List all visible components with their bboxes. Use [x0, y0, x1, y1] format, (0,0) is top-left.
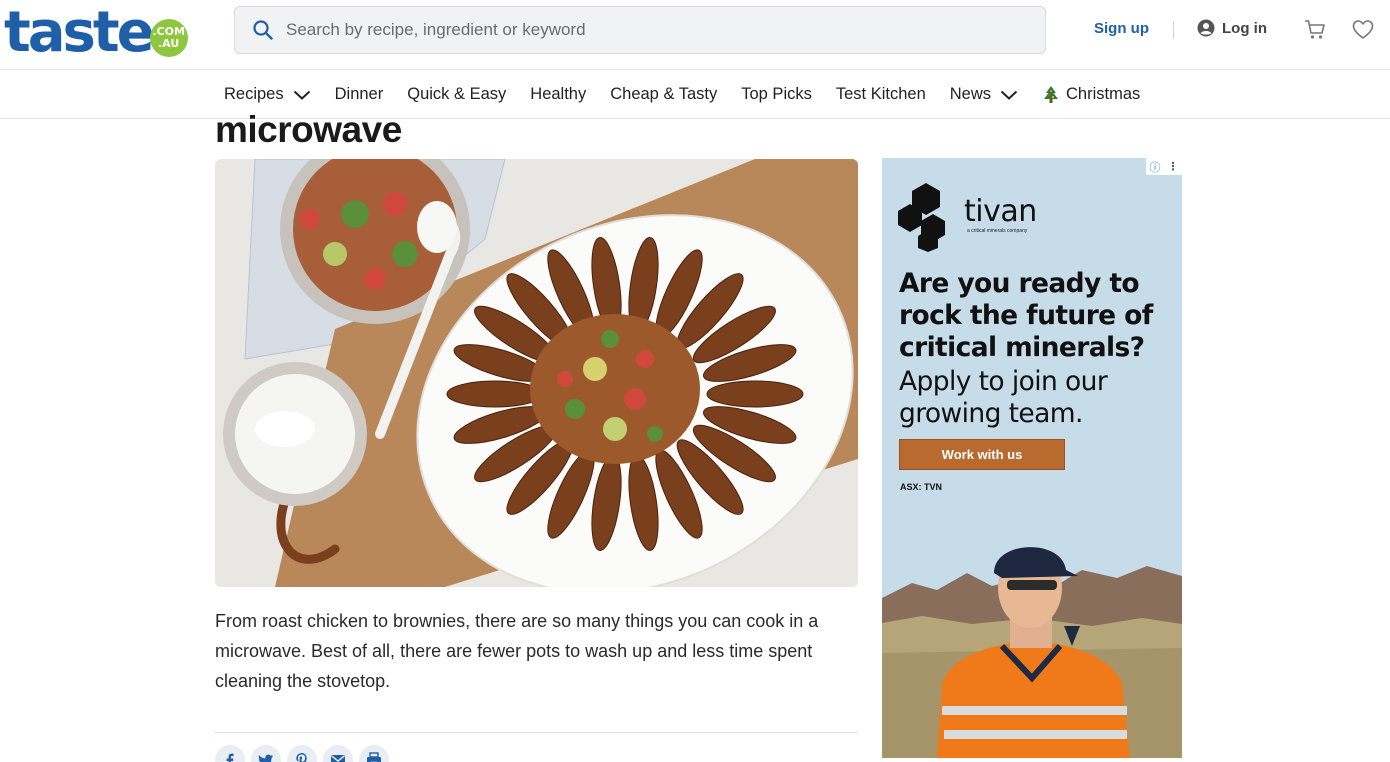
nav-item-label: Quick & Easy — [407, 85, 507, 103]
nav-item-label: Test Kitchen — [835, 85, 926, 103]
ad-work-with-us-button[interactable]: Work with us — [899, 439, 1065, 470]
sidebar-advertisement[interactable]: ⓘ ⋮ tivan a critical minerals company Ar… — [882, 158, 1182, 758]
ad-subheadline: Apply to join our growing team. — [899, 366, 1108, 429]
share-bar — [215, 745, 395, 762]
potato-wedge — [446, 380, 544, 408]
cart-icon[interactable] — [1304, 19, 1326, 41]
nav-item-label: Recipes — [224, 85, 284, 103]
print-icon — [367, 752, 381, 762]
search-bar[interactable] — [234, 6, 1046, 54]
nav-item-top-picks[interactable]: Top Picks — [741, 85, 812, 104]
article-title: microwave — [215, 109, 402, 150]
share-email-button[interactable] — [323, 745, 353, 762]
nav-item-label: Dinner — [334, 85, 384, 103]
logo-badge-bottom: .AU — [157, 37, 180, 50]
ad-brand-name: tivan — [964, 194, 1037, 229]
chevron-down-icon — [1000, 90, 1018, 100]
nav-item-label: Healthy — [530, 85, 587, 103]
nav-item-label: Christmas — [1066, 85, 1141, 103]
facebook-icon — [226, 753, 234, 762]
nav-item-cheap-tasty[interactable]: Cheap & Tasty — [610, 85, 717, 104]
ad-ticker: ASX: TVN — [900, 482, 943, 492]
logo-badge: .COM .AU — [149, 19, 188, 57]
nav-item-recipes[interactable]: Recipes — [224, 85, 311, 104]
user-circle-icon — [1197, 19, 1215, 37]
ad-headline: Are you ready to rock the future of crit… — [899, 268, 1153, 363]
email-icon — [331, 755, 345, 762]
site-header: taste .COM .AU Sign up Log in — [0, 0, 1390, 70]
share-divider — [215, 732, 858, 733]
chevron-down-icon — [293, 90, 310, 100]
ad-more-icon[interactable]: ⋮ — [1164, 158, 1182, 175]
nav-item-label: Cheap & Tasty — [610, 85, 718, 103]
ad-info-icon[interactable]: ⓘ — [1146, 158, 1164, 175]
header-divider — [1173, 21, 1174, 39]
site-logo[interactable]: taste .COM .AU — [4, 2, 188, 64]
heart-icon[interactable] — [1352, 19, 1374, 41]
pinterest-icon — [296, 753, 307, 762]
nav-item-quick-easy[interactable]: Quick & Easy — [407, 85, 506, 104]
hero-image — [215, 159, 858, 587]
tivan-logo-icon — [898, 183, 945, 252]
nav-item-news[interactable]: News — [950, 85, 1018, 104]
nav-item-test-kitchen[interactable]: Test Kitchen — [836, 85, 926, 104]
print-button[interactable] — [359, 745, 389, 762]
logo-wordmark: taste — [4, 0, 155, 65]
sign-up-link[interactable]: Sign up — [1094, 20, 1149, 37]
ad-choices: ⓘ ⋮ — [1146, 158, 1182, 175]
search-input[interactable] — [286, 10, 1045, 50]
search-icon[interactable] — [252, 19, 274, 41]
share-twitter-button[interactable] — [251, 745, 281, 762]
potato-wedge — [706, 380, 804, 408]
nav-item-dinner[interactable]: Dinner — [335, 85, 384, 104]
nav-item-christmas[interactable]: Christmas — [1042, 85, 1140, 105]
nav-item-label: News — [949, 85, 992, 103]
main-nav: Recipes Dinner Quick & Easy Healthy Chea… — [0, 71, 1390, 119]
twitter-icon — [258, 754, 273, 762]
christmas-tree-icon — [1044, 85, 1059, 103]
article-intro: From roast chicken to brownies, there ar… — [215, 611, 819, 691]
log-in-link[interactable]: Log in — [1197, 19, 1267, 37]
ad-brand-tagline: a critical minerals company — [967, 228, 1028, 234]
share-pinterest-button[interactable] — [287, 745, 317, 762]
nav-item-label: Top Picks — [741, 85, 812, 103]
ad-photo — [882, 478, 1182, 758]
share-facebook-button[interactable] — [215, 745, 245, 762]
nav-item-healthy[interactable]: Healthy — [530, 85, 586, 104]
log-in-label: Log in — [1222, 19, 1267, 37]
